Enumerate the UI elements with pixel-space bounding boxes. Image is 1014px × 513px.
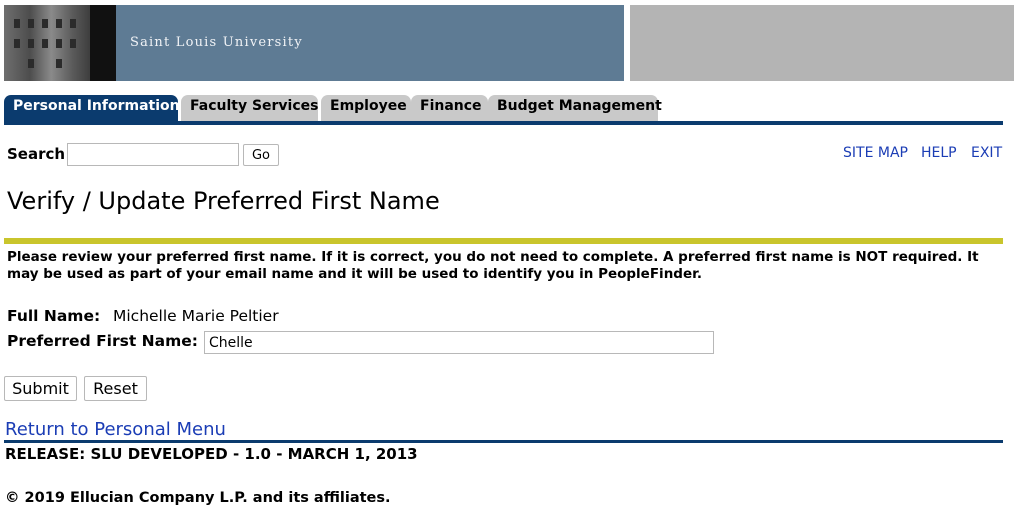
full-name-label: Full Name: [7,307,101,325]
reset-button[interactable]: Reset [84,376,147,401]
copyright-text: © 2019 Ellucian Company L.P. and its aff… [5,490,391,506]
help-link[interactable]: HELP [921,145,957,161]
info-divider [4,238,1003,244]
search-label: Search [7,145,66,163]
banner-divider [90,5,116,81]
full-name-value: Michelle Marie Peltier [113,307,279,325]
return-to-personal-menu-link[interactable]: Return to Personal Menu [5,419,226,440]
university-name: Saint Louis University [130,35,303,50]
instructions-text: Please review your preferred first name.… [7,249,979,282]
tab-budget-management[interactable]: Budget Management [488,95,662,122]
submit-button[interactable]: Submit [4,376,77,401]
exit-link[interactable]: EXIT [971,145,1002,161]
search-input[interactable] [67,143,239,166]
tab-faculty-services[interactable]: Faculty Services [181,95,318,122]
tab-employee[interactable]: Employee [321,95,411,122]
tab-personal-information[interactable]: Personal Information [4,95,180,122]
campus-building-photo [4,5,90,81]
nav-underline [4,121,1003,125]
header-banner: Saint Louis University [4,5,1014,81]
preferred-first-name-label: Preferred First Name: [7,332,198,350]
go-button[interactable]: Go [243,144,279,166]
university-logo-panel: Saint Louis University [116,5,624,81]
banner-gray-panel [630,5,1014,81]
footer-divider [4,440,1003,443]
release-info: RELEASE: SLU DEVELOPED - 1.0 - MARCH 1, … [5,445,418,463]
main-nav-tabs: Personal Information Faculty Services Em… [4,95,1014,122]
preferred-first-name-input[interactable] [204,331,714,354]
site-map-link[interactable]: SITE MAP [843,145,908,161]
tab-finance[interactable]: Finance [411,95,488,122]
page-title: Verify / Update Preferred First Name [7,187,440,215]
